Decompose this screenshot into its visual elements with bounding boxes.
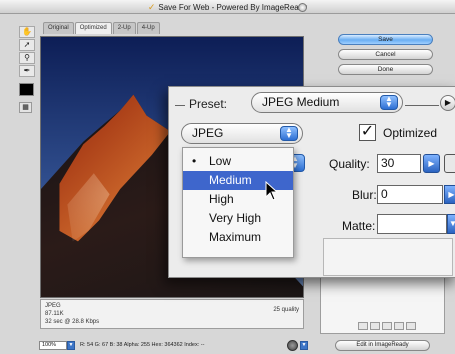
up-down-arrows-icon: ▲ ▼ — [380, 95, 398, 110]
view-tabs: Original Optimized 2-Up 4-Up — [43, 22, 160, 34]
preset-select[interactable]: JPEG Medium ▲ ▼ — [251, 92, 403, 113]
optimized-checkbox[interactable]: ✓ — [359, 124, 376, 141]
quality-menu-item-maximum[interactable]: Maximum — [183, 228, 293, 247]
menu-item-label: High — [209, 192, 234, 206]
matte-dropdown-arrow-icon[interactable]: ▼ — [447, 214, 455, 234]
optimized-label: Optimized — [383, 126, 438, 140]
browser-menu-arrow-icon[interactable]: ▼ — [300, 341, 308, 350]
zoom-level-arrow-icon[interactable]: ▼ — [67, 341, 75, 350]
quality-menu-item-very-high[interactable]: Very High — [183, 209, 293, 228]
menu-item-label: Maximum — [209, 230, 262, 244]
color-table-icons — [358, 322, 416, 330]
preview-download-time: 32 sec @ 28.8 Kbps — [45, 319, 100, 325]
up-down-arrows-icon: ▲ ▼ — [280, 126, 298, 141]
quality-slider-arrow-icon[interactable]: ▶ — [423, 154, 440, 173]
trash-icon[interactable] — [406, 322, 416, 330]
preview-format: JPEG — [45, 303, 61, 309]
tab-optimized[interactable]: Optimized — [74, 22, 112, 34]
preset-select-value: JPEG Medium — [262, 95, 340, 109]
tab-2-up[interactable]: 2-Up — [112, 22, 136, 34]
matte-select[interactable] — [377, 214, 447, 234]
zoom-level-field[interactable]: 100% — [39, 341, 67, 350]
divider — [175, 105, 185, 106]
window-titlebar: ✓ Save For Web - Powered By ImageReady — [0, 0, 455, 14]
edit-in-imageready-button[interactable]: Edit in ImageReady — [335, 340, 430, 351]
lock-color-icon[interactable] — [382, 322, 392, 330]
eyedropper-color-swatch[interactable] — [19, 83, 34, 96]
color-readout: R: 54 G: 67 B: 38 Alpha: 255 Hex: 364362… — [80, 342, 205, 348]
divider — [405, 105, 439, 106]
save-button[interactable]: Save — [338, 34, 433, 45]
window-title: Save For Web - Powered By ImageReady — [158, 3, 308, 12]
tab-4-up[interactable]: 4-Up — [136, 22, 160, 34]
blur-input[interactable]: 0 — [377, 185, 443, 204]
optimization-settings-callout: Preset: JPEG Medium ▲ ▼ ▶ JPEG ▲ ▼ ✓ Optim… — [168, 86, 455, 278]
web-snap-icon[interactable] — [370, 322, 380, 330]
optimize-menu-arrow-icon[interactable]: ▶ — [440, 95, 455, 111]
channel-quality-mask-button[interactable] — [444, 154, 455, 173]
slice-select-tool-icon[interactable]: ➚ — [19, 39, 35, 51]
preview-quality: 25 quality — [273, 307, 299, 313]
eyedropper-tool-icon[interactable]: ✒ — [19, 65, 35, 77]
matte-label: Matte: — [342, 219, 376, 233]
preview-in-browser-icon[interactable] — [287, 340, 298, 351]
preview-info-panel: JPEG 87.11K 32 sec @ 28.8 Kbps 25 qualit… — [40, 299, 304, 329]
file-format-select[interactable]: JPEG ▲ ▼ — [181, 123, 303, 144]
mouse-pointer-icon — [265, 181, 279, 201]
toggle-slices-icon[interactable]: ▦ — [19, 102, 32, 113]
blur-slider-arrow-icon[interactable]: ▶ — [444, 185, 455, 204]
quality-label: Quality: — [329, 157, 370, 171]
menu-item-label: Very High — [209, 211, 262, 225]
quality-menu-item-low[interactable]: • Low — [183, 152, 293, 171]
save-for-web-icon: ✓ — [147, 2, 156, 12]
preview-file-size: 87.11K — [45, 311, 64, 317]
window-zoom-button[interactable] — [298, 3, 307, 12]
quality-input[interactable]: 30 — [377, 154, 421, 173]
map-color-icon[interactable] — [358, 322, 368, 330]
tab-original[interactable]: Original — [43, 22, 74, 34]
menu-item-label: Low — [209, 154, 232, 168]
cancel-button[interactable]: Cancel — [338, 49, 433, 60]
dialog-buttons: Save Cancel Done — [338, 34, 433, 79]
done-button[interactable]: Done — [338, 64, 433, 75]
checkmark-bullet-icon: • — [192, 154, 197, 168]
new-color-icon[interactable] — [394, 322, 404, 330]
toolbox: ✋ ➚ ⚲ ✒ ▦ — [19, 26, 36, 134]
blur-label: Blur: — [352, 188, 377, 202]
menu-item-label: Medium — [209, 173, 252, 187]
hand-tool-icon[interactable]: ✋ — [19, 26, 35, 38]
zoom-tool-icon[interactable]: ⚲ — [19, 52, 35, 64]
preset-label: Preset: — [189, 97, 228, 111]
quality-dropdown-menu: • Low Medium High Very High Maximum — [182, 147, 294, 258]
settings-lower-panel — [323, 238, 453, 276]
file-format-value: JPEG — [192, 126, 224, 140]
status-bar: 100% ▼ R: 54 G: 67 B: 38 Alpha: 255 Hex:… — [30, 338, 455, 352]
